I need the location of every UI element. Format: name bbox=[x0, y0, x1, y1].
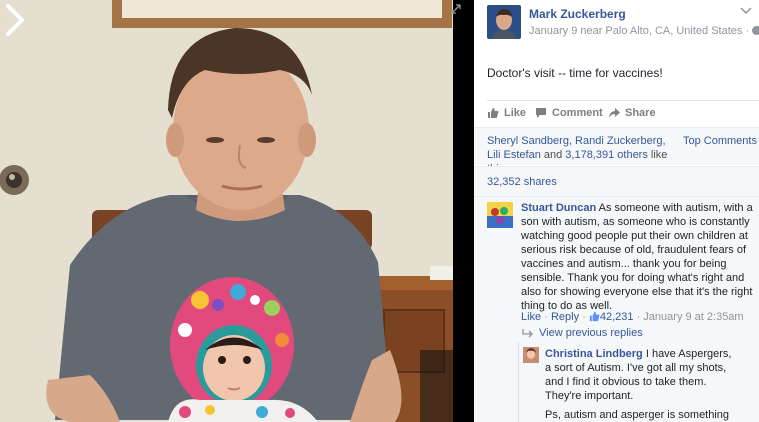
post-meta: January 9 near Palo Alto, CA, United Sta… bbox=[529, 25, 759, 37]
likes-and: and bbox=[540, 149, 566, 161]
photo-image bbox=[0, 0, 453, 422]
view-previous-label: View previous replies bbox=[539, 327, 643, 339]
like-button[interactable]: Like bbox=[487, 107, 526, 119]
comment-icon bbox=[536, 108, 546, 118]
share-icon bbox=[609, 108, 620, 118]
post-photo[interactable] bbox=[0, 0, 453, 422]
comments-section: Stuart Duncan As someone with autism, wi… bbox=[474, 196, 759, 422]
post-sidebar: Mark Zuckerberg January 9 near Palo Alto… bbox=[474, 0, 759, 422]
reply-text-continued: Ps, autism and asperger is something bbox=[545, 409, 730, 421]
like-label: Like bbox=[504, 107, 527, 119]
reply-thread: Christina Lindberg I have Aspergers, a s… bbox=[518, 342, 759, 422]
comment-footer: Like · Reply · 42,231 · January 9 at 2:3… bbox=[521, 311, 744, 323]
chevron-down-icon[interactable] bbox=[739, 6, 753, 16]
share-button[interactable]: Share bbox=[608, 107, 656, 119]
comment-button[interactable]: Comment bbox=[535, 107, 603, 119]
thumbs-up-icon bbox=[589, 311, 600, 322]
reply-author[interactable]: Christina Lindberg bbox=[545, 348, 643, 360]
share-label: Share bbox=[625, 107, 656, 119]
comment-reply-link[interactable]: Reply bbox=[551, 311, 579, 323]
post-text: Doctor's visit -- time for vaccines! bbox=[487, 66, 663, 80]
reply-body: Christina Lindberg I have Aspergers, a s… bbox=[545, 347, 735, 403]
author-avatar[interactable] bbox=[487, 5, 521, 39]
likes-others-link[interactable]: 3,178,391 others bbox=[565, 149, 648, 161]
comment-text: As someone with autism, with a son with … bbox=[521, 202, 753, 312]
reply-arrow-icon bbox=[522, 329, 533, 338]
top-comments-dropdown[interactable]: Top Comments ▾ bbox=[683, 134, 759, 147]
fullscreen-icon[interactable] bbox=[450, 3, 462, 15]
commenter-avatar[interactable] bbox=[487, 202, 513, 228]
next-photo-arrow-icon[interactable] bbox=[0, 0, 30, 40]
likes-summary: Sheryl Sandberg, Randi Zuckerberg, Lili … bbox=[474, 127, 759, 175]
post-meta-text[interactable]: January 9 near Palo Alto, CA, United Sta… bbox=[529, 25, 749, 37]
post-actions: Like Comment Share bbox=[487, 100, 759, 126]
commenter-name[interactable]: Stuart Duncan bbox=[521, 202, 596, 214]
post-header: Mark Zuckerberg January 9 near Palo Alto… bbox=[474, 0, 759, 48]
globe-icon bbox=[752, 26, 759, 35]
view-previous-replies-link[interactable]: View previous replies bbox=[522, 327, 643, 339]
comment-sep: · bbox=[541, 311, 551, 323]
comment-body: Stuart Duncan As someone with autism, wi… bbox=[521, 201, 757, 313]
comment-like-count[interactable]: 42,231 bbox=[600, 311, 634, 323]
reply-avatar[interactable] bbox=[523, 347, 539, 363]
comment-sep-2: · bbox=[579, 311, 589, 323]
author-name[interactable]: Mark Zuckerberg bbox=[529, 7, 626, 21]
comment-time[interactable]: · January 9 at 2:35am bbox=[634, 311, 744, 323]
shares-count[interactable]: 32,352 shares bbox=[487, 176, 557, 188]
thumbs-up-icon bbox=[488, 108, 499, 118]
comment-like-link[interactable]: Like bbox=[521, 311, 541, 323]
comment-label: Comment bbox=[552, 107, 603, 119]
shares-bar: 32,352 shares bbox=[474, 166, 759, 196]
